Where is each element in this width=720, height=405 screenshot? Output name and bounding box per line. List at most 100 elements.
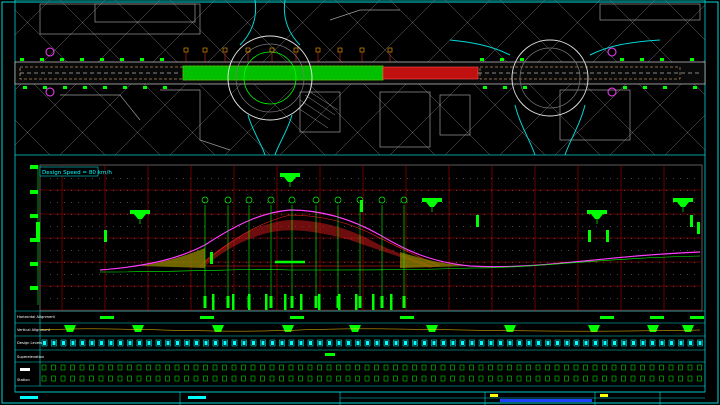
grid-dot bbox=[197, 298, 198, 299]
level-symbol bbox=[422, 198, 442, 202]
pier-footing bbox=[290, 296, 294, 308]
station-cell bbox=[602, 375, 607, 382]
grid-dot bbox=[498, 202, 499, 203]
grid-dot bbox=[92, 178, 93, 179]
grid-dot bbox=[666, 178, 667, 179]
grid-dot bbox=[582, 214, 583, 215]
grid-dot bbox=[288, 238, 289, 239]
grid-dot bbox=[78, 202, 79, 203]
grid-dot bbox=[85, 214, 86, 215]
station-cell bbox=[231, 364, 237, 371]
grid-dot bbox=[176, 250, 177, 251]
grid-dot bbox=[50, 226, 51, 227]
grid-dot bbox=[78, 190, 79, 191]
grid-dot bbox=[449, 274, 450, 275]
profile-bar bbox=[360, 200, 363, 212]
grid-dot bbox=[260, 298, 261, 299]
vertical-curve-symbol bbox=[64, 325, 76, 332]
grid-dot bbox=[463, 298, 464, 299]
level-cell-fill bbox=[622, 341, 626, 345]
grid-dot bbox=[239, 250, 240, 251]
station-cell bbox=[526, 375, 531, 382]
grid-dot bbox=[624, 178, 625, 179]
grid-dot bbox=[547, 190, 548, 191]
grid-dot bbox=[113, 274, 114, 275]
level-cell-fill bbox=[290, 341, 293, 345]
grid-dot bbox=[470, 274, 471, 275]
station-cell bbox=[269, 364, 275, 371]
grid-dot bbox=[372, 178, 373, 179]
grid-dot bbox=[134, 238, 135, 239]
grid-dot bbox=[85, 274, 86, 275]
grid-dot bbox=[568, 178, 569, 179]
grid-dot bbox=[330, 298, 331, 299]
grid-dot bbox=[673, 190, 674, 191]
grid-dot bbox=[99, 274, 100, 275]
grid-dot bbox=[99, 202, 100, 203]
grid-dot bbox=[589, 262, 590, 263]
grid-dot bbox=[232, 202, 233, 203]
station-cell bbox=[516, 375, 522, 382]
grid-dot bbox=[386, 178, 387, 179]
horizontal-curve-symbol bbox=[600, 316, 614, 319]
grid-dot bbox=[540, 250, 541, 251]
grid-dot bbox=[113, 286, 114, 287]
grid-dot bbox=[694, 190, 695, 191]
grid-dot bbox=[680, 274, 681, 275]
station-flag bbox=[359, 47, 365, 53]
elevation-scale bbox=[30, 165, 40, 305]
station-cell bbox=[497, 364, 503, 371]
grid-dot bbox=[302, 178, 303, 179]
grid-dot bbox=[638, 298, 639, 299]
grid-dot bbox=[589, 274, 590, 275]
level-symbol-base bbox=[677, 202, 689, 207]
station-cell bbox=[222, 375, 227, 382]
grid-dot bbox=[442, 286, 443, 287]
level-cell-fill bbox=[309, 341, 312, 345]
grid-dot bbox=[323, 214, 324, 215]
grid-dot bbox=[617, 178, 618, 179]
grid-dot bbox=[169, 190, 170, 191]
level-symbol bbox=[673, 198, 693, 202]
grid-dot bbox=[176, 238, 177, 239]
grid-dot bbox=[603, 190, 604, 191]
station-cell bbox=[687, 375, 693, 382]
grid-dot bbox=[596, 178, 597, 179]
grid-dot bbox=[274, 190, 275, 191]
level-cell-fill bbox=[214, 341, 217, 345]
grid-dot bbox=[680, 286, 681, 287]
grid-dot bbox=[120, 286, 121, 287]
grid-dot bbox=[575, 202, 576, 203]
grid-dot bbox=[148, 178, 149, 179]
grid-dot bbox=[183, 202, 184, 203]
grid-dot bbox=[687, 226, 688, 227]
station-cell bbox=[298, 375, 303, 382]
grid-dot bbox=[148, 274, 149, 275]
grid-dot bbox=[638, 190, 639, 191]
grid-dot bbox=[372, 262, 373, 263]
grid-dot bbox=[379, 298, 380, 299]
grid-dot bbox=[512, 262, 513, 263]
grid-dot bbox=[554, 238, 555, 239]
grid-dot bbox=[442, 226, 443, 227]
grid-dot bbox=[694, 214, 695, 215]
grid-dot bbox=[232, 178, 233, 179]
station-cell bbox=[231, 375, 237, 382]
level-cell-fill bbox=[480, 341, 483, 345]
grid-dot bbox=[344, 250, 345, 251]
grid-dot bbox=[638, 274, 639, 275]
grid-dot bbox=[162, 190, 163, 191]
grid-dot bbox=[253, 274, 254, 275]
station-cell bbox=[564, 375, 569, 382]
grid-dot bbox=[463, 238, 464, 239]
grid-dot bbox=[337, 274, 338, 275]
level-cell-fill bbox=[261, 341, 265, 345]
grid-dot bbox=[239, 190, 240, 191]
grid-dot bbox=[666, 190, 667, 191]
grid-dot bbox=[253, 202, 254, 203]
grid-dot bbox=[659, 190, 660, 191]
station-cell bbox=[507, 375, 512, 382]
grid-dot bbox=[246, 298, 247, 299]
grid-dot bbox=[253, 262, 254, 263]
grid-dot bbox=[519, 298, 520, 299]
